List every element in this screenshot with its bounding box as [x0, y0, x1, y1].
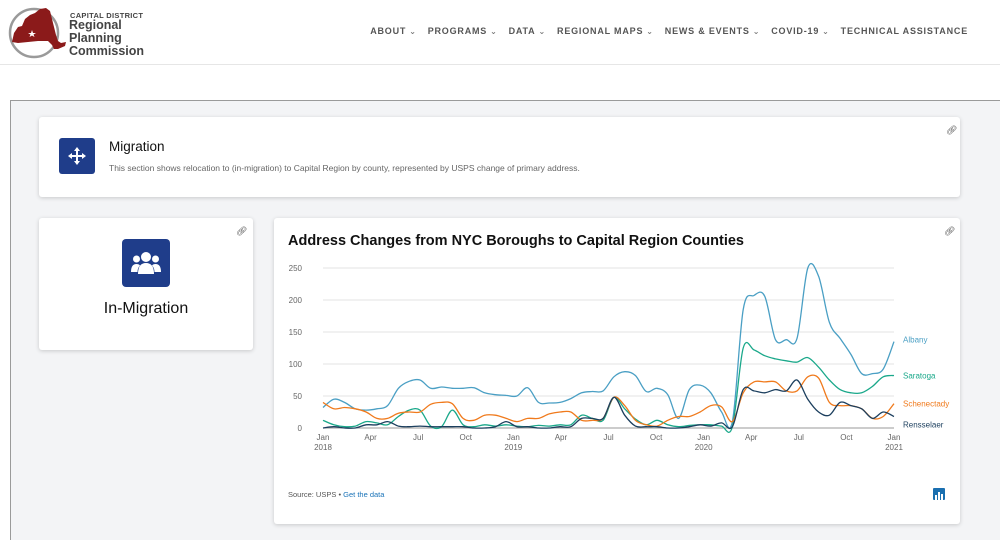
chevron-down-icon: ⌄ — [538, 26, 547, 36]
content-frame: 🔗︎ Migration This section shows relocati… — [10, 100, 1000, 540]
x-tick-label: 2020 — [695, 443, 713, 452]
x-tick-label: Apr — [555, 433, 568, 442]
y-tick-label: 50 — [293, 392, 302, 401]
nav-data-label: DATA — [508, 26, 536, 36]
nav-news-events[interactable]: NEWS & EVENTS ⌄ — [665, 26, 760, 36]
x-tick-label: 2019 — [504, 443, 522, 452]
x-tick-label: 2021 — [885, 443, 903, 452]
x-tick-label: Jul — [413, 433, 423, 442]
nav-about-label: ABOUT — [370, 26, 407, 36]
nav-about[interactable]: ABOUT ⌄ — [370, 26, 417, 36]
series-label-albany: Albany — [903, 336, 927, 345]
migration-title: Migration — [109, 139, 165, 154]
nav-technical-assistance-label: TECHNICAL ASSISTANCE — [840, 26, 968, 36]
logo-line-3: Commission — [69, 44, 145, 58]
y-tick-label: 150 — [289, 328, 303, 337]
nav-regional-maps[interactable]: REGIONAL MAPS ⌄ — [557, 26, 654, 36]
y-tick-label: 200 — [289, 296, 303, 305]
x-tick-label: Jan — [507, 433, 520, 442]
x-tick-label: Jan — [317, 433, 330, 442]
x-tick-label: Jul — [794, 433, 804, 442]
in-migration-card[interactable]: 🔗︎ In-Migration — [39, 218, 253, 350]
chevron-down-icon: ⌄ — [490, 26, 498, 36]
chevron-down-icon: ⌄ — [752, 26, 761, 36]
ny-state-logo-icon — [8, 7, 66, 59]
y-tick-label: 100 — [289, 360, 303, 369]
x-tick-label: Apr — [745, 433, 758, 442]
chart-export-icon[interactable] — [933, 488, 945, 500]
series-line-rensselaer — [322, 379, 895, 430]
y-tick-label: 250 — [289, 264, 303, 273]
x-tick-label: Oct — [840, 433, 853, 442]
migration-description: This section shows relocation to (in-mig… — [109, 163, 580, 173]
get-data-link[interactable]: Get the data — [343, 490, 384, 499]
series-label-rensselaer: Rensselaer — [903, 420, 944, 429]
in-migration-label: In-Migration — [103, 300, 189, 317]
source-label: Source: USPS • — [288, 490, 344, 499]
chart-source: Source: USPS • Get the data — [288, 490, 384, 499]
chevron-down-icon: ⌄ — [822, 26, 830, 36]
y-tick-label: 0 — [298, 424, 303, 433]
nav-data[interactable]: DATA ⌄ — [509, 26, 546, 36]
users-group-icon — [122, 239, 170, 287]
main-nav: ABOUT ⌄ PROGRAMS ⌄ DATA ⌄ REGIONAL MAPS ⌄ NE… — [359, 26, 968, 36]
series-line-saratoga — [322, 341, 895, 433]
chevron-down-icon: ⌄ — [646, 26, 654, 36]
line-chart: 050100150200250Jan2018Apr Jul Oct Jan2019Ap… — [289, 263, 949, 452]
series-label-saratoga: Saratoga — [903, 372, 936, 381]
nav-news-events-label: NEWS & EVENTS — [664, 26, 750, 36]
move-arrows-icon — [59, 138, 95, 174]
x-tick-label: Jan — [888, 433, 901, 442]
series-label-schenectady: Schenectady — [903, 400, 949, 409]
nav-covid-19[interactable]: COVID-19 ⌄ — [771, 26, 829, 36]
migration-chart-card: 🔗︎ Address Changes from NYC Boroughs to … — [274, 218, 960, 524]
x-tick-label: 2018 — [314, 443, 332, 452]
x-tick-label: Oct — [650, 433, 663, 442]
x-tick-label: Jan — [697, 433, 710, 442]
nav-programs[interactable]: PROGRAMS ⌄ — [428, 26, 498, 36]
migration-section-card: 🔗︎ Migration This section shows relocati… — [39, 117, 960, 197]
x-tick-label: Oct — [460, 433, 473, 442]
chevron-down-icon: ⌄ — [409, 26, 417, 36]
x-tick-label: Apr — [364, 433, 377, 442]
site-header: CAPITAL DISTRICT Regional Planning Commi… — [0, 0, 1000, 65]
series-line-albany — [322, 263, 895, 429]
x-tick-label: Jul — [603, 433, 613, 442]
nav-regional-maps-label: REGIONAL MAPS — [557, 26, 644, 36]
link-icon[interactable]: 🔗︎ — [946, 125, 957, 136]
nav-programs-label: PROGRAMS — [427, 26, 488, 36]
nav-technical-assistance[interactable]: TECHNICAL ASSISTANCE — [841, 26, 968, 36]
site-logo[interactable]: CAPITAL DISTRICT Regional Planning Commi… — [8, 5, 153, 60]
nav-covid-19-label: COVID-19 — [771, 26, 820, 36]
link-icon[interactable]: 🔗︎ — [236, 226, 247, 237]
